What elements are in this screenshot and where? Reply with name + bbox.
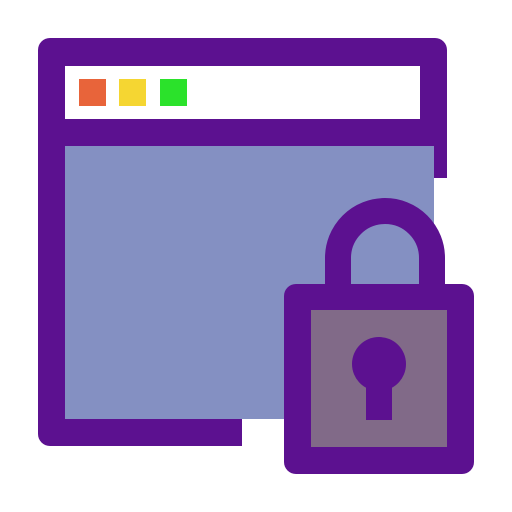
- secure-browser-window-icon-graphic: [38, 38, 474, 474]
- secure-browser-window-icon: [0, 0, 512, 512]
- window-title-bar: [65, 66, 420, 119]
- close-dot: [79, 79, 106, 106]
- keyhole-slot: [366, 372, 392, 420]
- minimize-dot: [119, 79, 146, 106]
- maximize-dot: [160, 79, 187, 106]
